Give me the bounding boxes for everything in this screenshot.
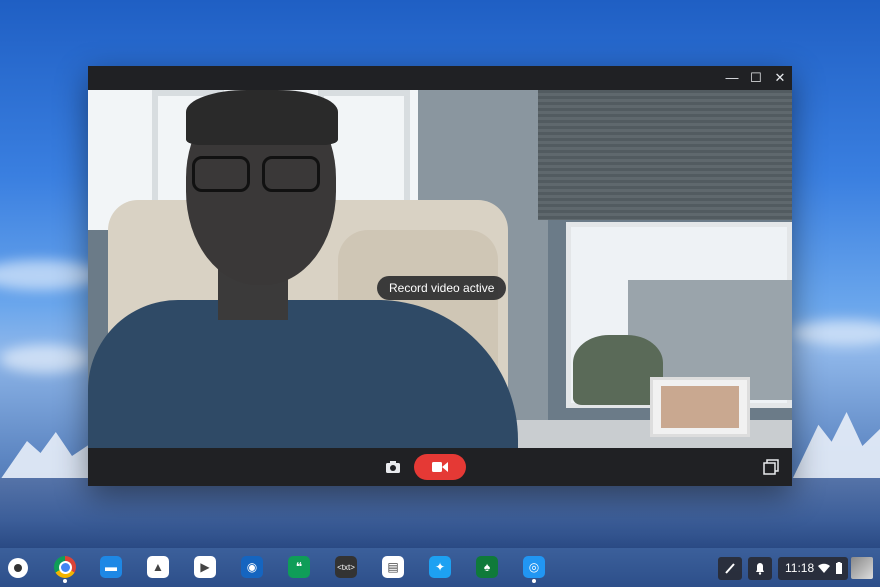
scene-blind — [538, 90, 792, 220]
scene-person-body — [88, 300, 518, 448]
wallpaper-cloud — [0, 260, 100, 290]
wifi-icon — [818, 563, 830, 573]
twitter-app-icon[interactable]: ✦ — [429, 556, 451, 578]
record-video-button[interactable] — [414, 454, 466, 480]
clock: 11:18 — [785, 561, 815, 575]
gallery-icon[interactable] — [763, 459, 779, 475]
photo-mode-icon[interactable] — [385, 459, 401, 475]
scene-glasses-lens — [192, 156, 250, 192]
camera-store-app-icon[interactable]: ◉ — [241, 556, 263, 578]
maximize-icon[interactable]: ☐ — [748, 70, 764, 86]
solitaire-app-icon[interactable]: ♠ — [476, 556, 498, 578]
camera-window: — ☐ ✕ Record video active — [88, 66, 792, 486]
wallpaper-mountain — [792, 412, 880, 480]
chrome-app-icon[interactable] — [54, 556, 76, 583]
stylus-tools-icon[interactable] — [718, 557, 742, 580]
hangouts-app-icon[interactable]: ❝ — [288, 556, 310, 578]
camera-preview: Record video active — [88, 90, 792, 448]
camera-controls — [88, 448, 792, 486]
wallpaper-cloud — [790, 320, 880, 346]
status-area[interactable]: 11:18 — [778, 557, 848, 580]
wallpaper-lake — [0, 478, 880, 548]
scene-person-hair — [186, 90, 338, 145]
minimize-icon[interactable]: — — [724, 70, 740, 86]
close-icon[interactable]: ✕ — [772, 70, 788, 86]
play-store-app-icon[interactable]: ▶ — [194, 556, 216, 578]
notifications-icon[interactable] — [748, 557, 772, 580]
battery-icon — [836, 562, 842, 574]
camera-app-icon[interactable]: ◎ — [523, 556, 545, 583]
text-editor-app-icon[interactable]: <txt> — [335, 556, 357, 578]
scene-glasses — [192, 156, 332, 196]
launcher-icon[interactable] — [8, 558, 28, 578]
window-titlebar[interactable]: — ☐ ✕ — [88, 66, 792, 90]
scene-photo-frame — [650, 377, 750, 437]
drive-app-icon[interactable]: ▲ — [147, 556, 169, 578]
wallpaper-mountain — [0, 432, 90, 480]
avatar[interactable] — [851, 557, 873, 579]
wallpaper-cloud — [0, 345, 90, 373]
printer-app-icon[interactable]: ▤ — [382, 556, 404, 578]
scene-photo — [661, 386, 739, 428]
video-camera-icon — [432, 462, 448, 472]
files-app-icon[interactable]: ▬ — [100, 556, 122, 578]
shelf: ▬ ▲ ▶ ◉ ❝ <txt> ▤ ✦ ♠ ◎ 11:18 — [0, 548, 880, 587]
scene-glasses-lens — [262, 156, 320, 192]
record-video-toast: Record video active — [377, 276, 507, 300]
